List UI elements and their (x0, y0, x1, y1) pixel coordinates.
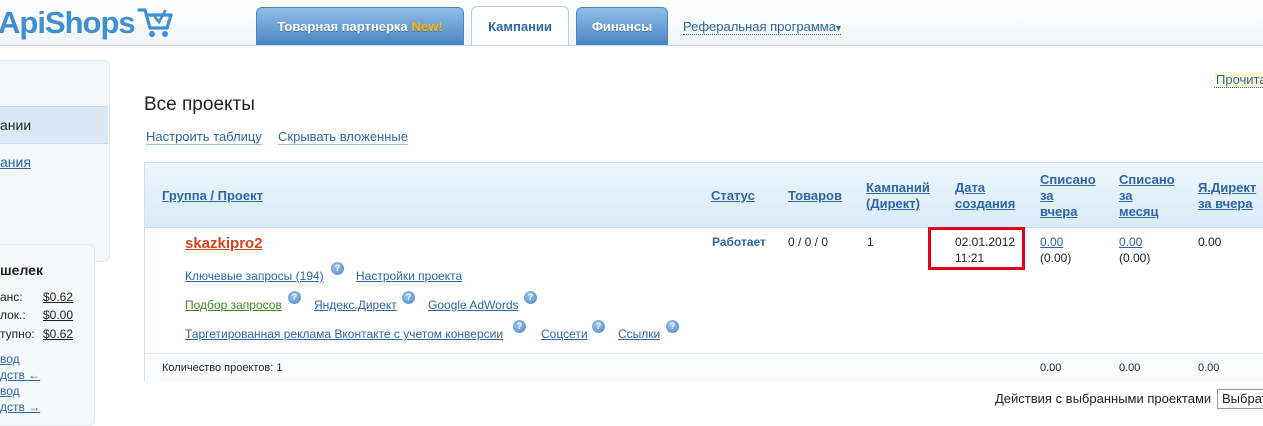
ydirect-value: 0.00 (1198, 235, 1222, 249)
column-header-created[interactable]: Дата создания (955, 180, 1015, 212)
keywords-link[interactable]: Ключевые запросы (194) (185, 269, 324, 283)
goods-value: 0 / 0 / 0 (788, 235, 829, 249)
tab-label: Финансы (591, 19, 653, 34)
logo-text: ApiShops (0, 5, 136, 40)
read-notice-link[interactable]: Прочита (1214, 72, 1263, 88)
chevron-down-icon: ▾ (835, 23, 841, 34)
vk-targeting-link[interactable]: Таргетированная реклама Вконтакте с учет… (185, 327, 503, 341)
help-icon[interactable]: ? (666, 320, 679, 333)
cart-icon (137, 8, 173, 37)
tab-campaigns[interactable]: Кампании (471, 6, 569, 46)
yandex-direct-link[interactable]: Яндекс.Директ (314, 298, 397, 312)
wallet-deposit-link[interactable]: вод (0, 352, 20, 366)
footer-spent-month: 0.00 (1119, 362, 1141, 374)
header-line: (Директ) (866, 196, 920, 211)
logo[interactable]: ApiShops (0, 3, 173, 43)
created-date: 02.01.2012 (955, 235, 1016, 249)
links-link[interactable]: Ссылки (618, 327, 660, 341)
wallet-label: анс: (0, 290, 23, 304)
help-icon[interactable]: ? (592, 320, 605, 333)
wallet-value[interactable]: $0.62 (43, 327, 73, 341)
referral-label: Реферальная программа (683, 19, 836, 34)
tab-label: Кампании (488, 19, 552, 34)
tab-label: Товарная партнерка (277, 19, 408, 34)
column-header-spent-yesterday[interactable]: Списано за вчера (1040, 172, 1096, 220)
wallet-blocked-row: лок.: $0.00 (0, 308, 78, 322)
keyword-selection-link[interactable]: Подбор запросов (185, 298, 282, 312)
top-bar: ApiShops Товарная партнерка New! Кампани… (0, 0, 1263, 46)
wallet-title: шелек (0, 262, 43, 278)
campaigns-value: 1 (867, 235, 874, 249)
project-name-link[interactable]: skazkipro2 (185, 235, 263, 252)
table-footer: Количество проектов: 1 0.00 0.00 0.00 (145, 353, 1263, 382)
column-header-campaigns[interactable]: Кампаний (Директ) (866, 180, 930, 212)
header-line: месяц (1119, 204, 1159, 219)
header-divider (0, 45, 1263, 46)
header-line: Списано (1119, 172, 1175, 187)
created-time: 11:21 (955, 251, 985, 265)
configure-table-link[interactable]: Настроить таблицу (146, 129, 262, 145)
referral-program-link[interactable]: Реферальная программа▾ (683, 19, 841, 35)
wallet-value[interactable]: $0.00 (43, 308, 73, 322)
column-header-group[interactable]: Группа / Проект (162, 188, 263, 204)
wallet-balance-row: анс: $0.62 (0, 290, 78, 304)
help-icon[interactable]: ? (513, 320, 526, 333)
column-header-goods[interactable]: Товаров (788, 188, 842, 204)
project-settings-link[interactable]: Настройки проекта (356, 269, 462, 283)
column-header-status[interactable]: Статус (711, 188, 755, 204)
column-header-spent-month[interactable]: Списано за месяц (1119, 172, 1175, 220)
google-adwords-link[interactable]: Google AdWords (428, 298, 519, 312)
table-header: Группа / Проект Статус Товаров Кампаний … (145, 163, 1263, 228)
tab-finance[interactable]: Финансы (576, 7, 668, 45)
header-line: за (1040, 188, 1054, 203)
footer-ydirect: 0.00 (1198, 362, 1220, 374)
new-badge: New! (411, 19, 443, 34)
help-icon[interactable]: ? (288, 291, 301, 304)
wallet-value[interactable]: $0.62 (43, 290, 73, 304)
wallet-label: тупно: (0, 327, 35, 341)
spent-yesterday-link[interactable]: 0.00 (1040, 235, 1063, 249)
wallet-deposit-funds-link[interactable]: дств ← (0, 368, 40, 382)
bulk-actions-label: Действия с выбранными проектами (995, 391, 1212, 406)
spent-yesterday-sub: (0.00) (1040, 251, 1072, 265)
hide-nested-link[interactable]: Скрывать вложенные (278, 129, 408, 145)
wallet-withdraw-link[interactable]: вод (0, 384, 20, 398)
projects-table: Группа / Проект Статус Товаров Кампаний … (144, 162, 1263, 382)
footer-spent-yesterday: 0.00 (1040, 362, 1062, 374)
project-count: Количество проектов: 1 (162, 362, 283, 374)
spent-month-link[interactable]: 0.00 (1119, 235, 1142, 249)
header-line: Я.Директ (1198, 180, 1257, 195)
header-line: за вчера (1198, 196, 1253, 211)
help-icon[interactable]: ? (331, 262, 344, 275)
spent-month-sub: (0.00) (1119, 251, 1151, 265)
sidebar-item-campaigns[interactable]: ании (0, 106, 108, 144)
header-line: Дата (955, 180, 986, 195)
header-line: вчера (1040, 204, 1078, 219)
help-icon[interactable]: ? (402, 291, 415, 304)
header-line: создания (955, 196, 1016, 211)
bulk-actions-select[interactable]: Выбрат (1217, 389, 1263, 409)
wallet-available-row: тупно: $0.62 (0, 327, 78, 341)
header-line: Списано (1040, 172, 1096, 187)
sidebar-item-create-campaign[interactable]: ания (0, 154, 31, 170)
status-badge: Работает (712, 235, 766, 249)
header-line: за (1119, 188, 1133, 203)
social-networks-link[interactable]: Соцсети (541, 327, 588, 341)
tab-partner-program[interactable]: Товарная партнерка New! (256, 7, 464, 45)
wallet-withdraw-funds-link[interactable]: дств → (0, 400, 40, 414)
page-title: Все проекты (144, 94, 255, 115)
wallet-label: лок.: (0, 308, 26, 322)
help-icon[interactable]: ? (524, 291, 537, 304)
column-header-ydirect[interactable]: Я.Директ за вчера (1198, 180, 1256, 212)
header-line: Кампаний (866, 180, 930, 195)
